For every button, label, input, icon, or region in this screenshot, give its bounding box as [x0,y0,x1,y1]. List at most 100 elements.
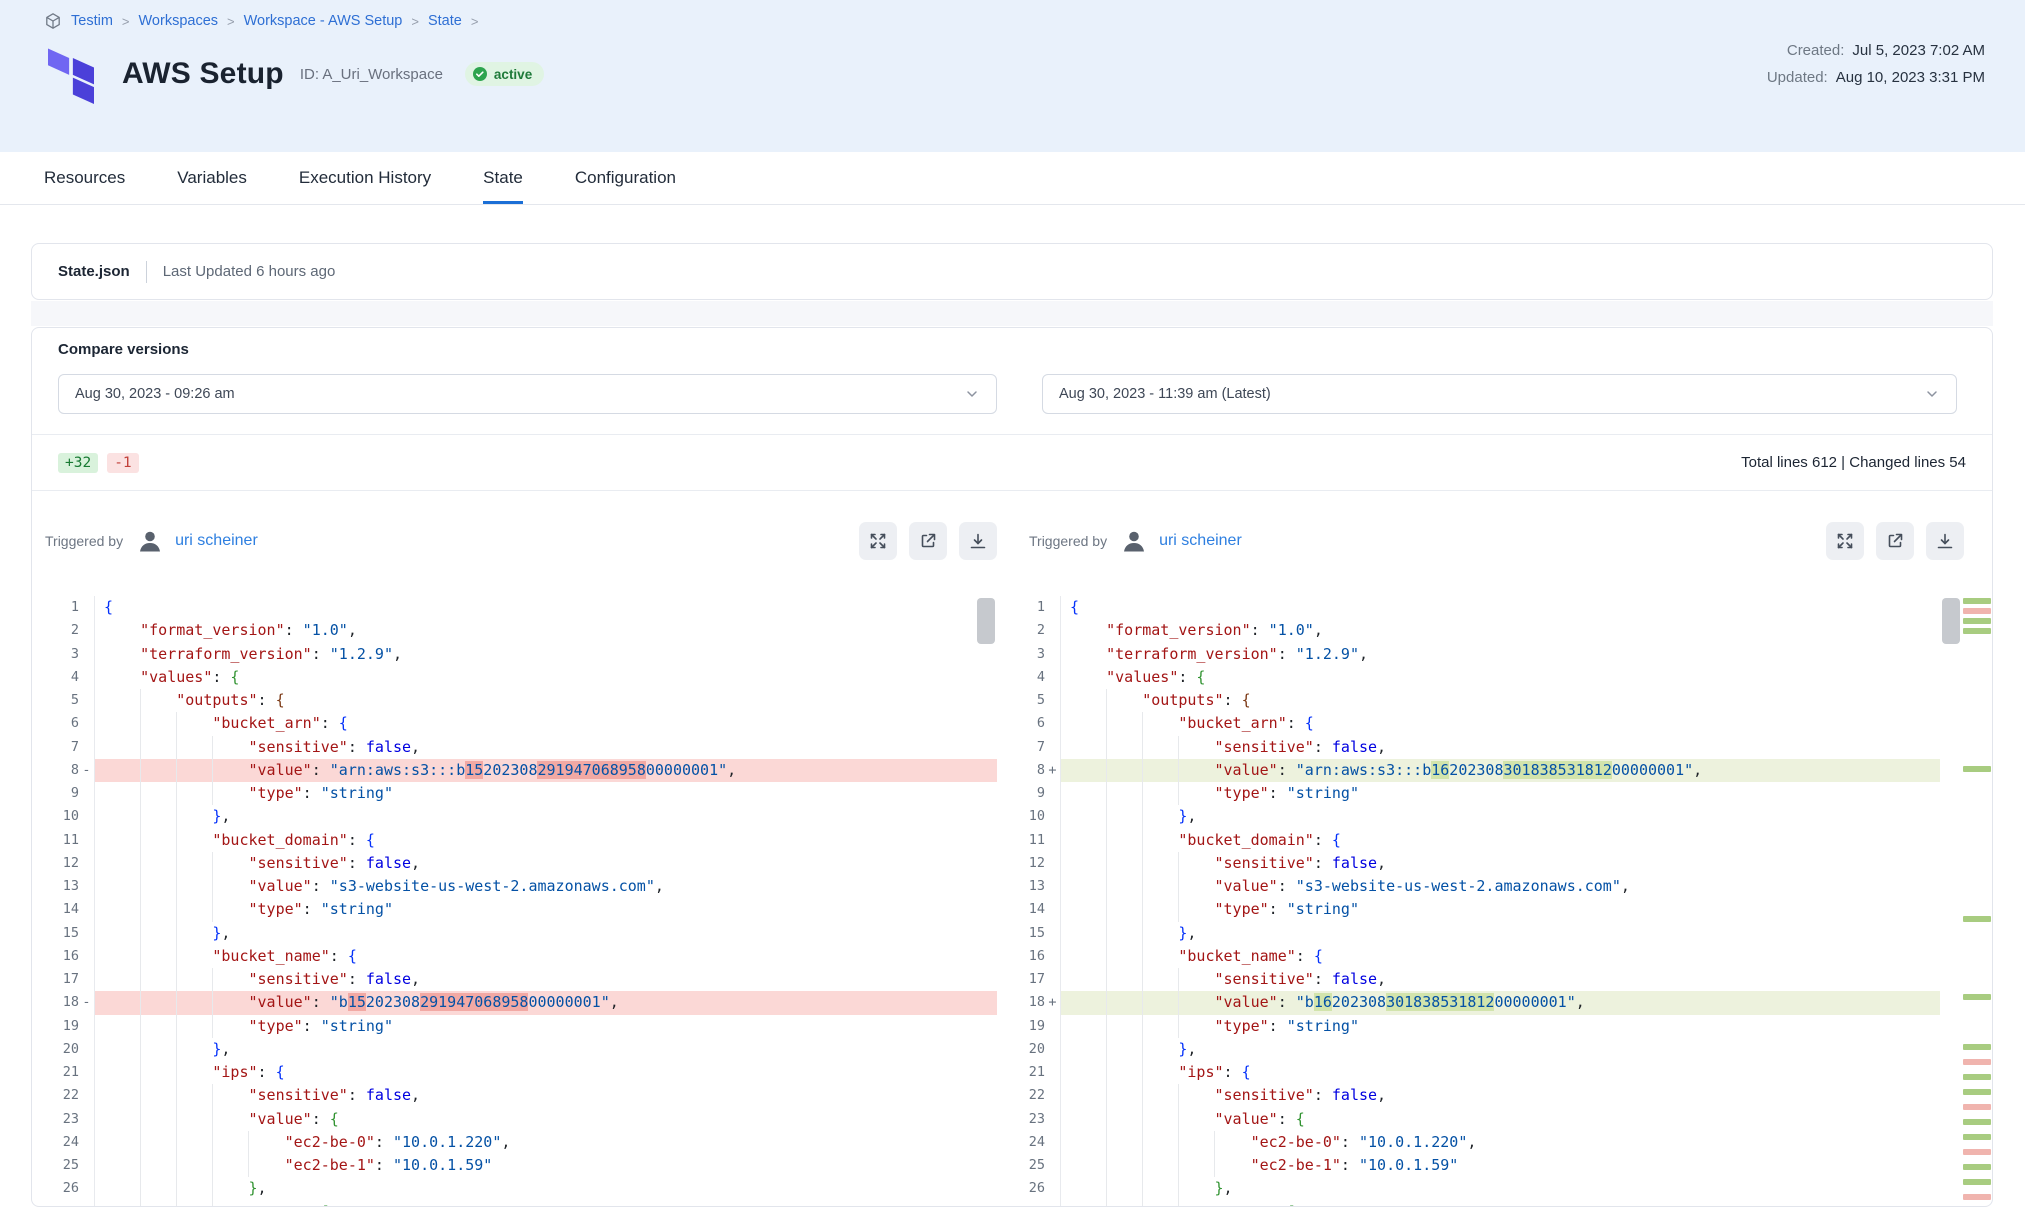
terraform-logo [48,44,94,104]
indent-guide [140,736,141,759]
tab-variables[interactable]: Variables [177,152,247,204]
diff-marker [79,968,94,991]
diff-marker [1045,898,1060,921]
line-number: 21 [45,1061,79,1084]
diff-marker [1045,1084,1060,1107]
code-line: 3"terraform_version": "1.2.9", [1011,643,1940,666]
code-line: 2"format_version": "1.0", [45,619,997,642]
diff-marker [1045,782,1060,805]
status-badge-label: active [494,67,532,82]
triggered-by-user-link[interactable]: uri scheiner [175,532,258,550]
indent-guide [1106,712,1107,735]
indent-guide [176,1201,177,1207]
indent-guide [1142,736,1143,759]
open-external-button[interactable] [1876,522,1914,560]
code-line: 5"outputs": { [45,689,997,712]
indent-guide [140,759,141,782]
state-file-bar: State.json Last Updated 6 hours ago [31,243,1993,300]
indent-guide [1178,991,1179,1014]
indent-guide [176,991,177,1014]
indent-guide [1106,1108,1107,1131]
breadcrumb-link[interactable]: Testim [71,13,113,29]
indent-guide [1142,852,1143,875]
code-line: 24"ec2-be-0": "10.0.1.220", [45,1131,997,1154]
code-line: 21"ips": { [45,1061,997,1084]
indent-guide [1106,968,1107,991]
line-number: 18 [45,991,79,1014]
line-number: 14 [45,898,79,921]
code-line: 1{ [1011,596,1940,619]
line-number: 24 [1011,1131,1045,1154]
tab-state[interactable]: State [483,152,523,204]
line-number: 21 [1011,1061,1045,1084]
indent-guide [140,829,141,852]
code-line: 12"sensitive": false, [45,852,997,875]
indent-guide [140,968,141,991]
scrollbar-thumb[interactable] [1942,598,1960,644]
version-select-right-value: Aug 30, 2023 - 11:39 am (Latest) [1059,386,1271,402]
breadcrumb-link[interactable]: State [428,13,462,29]
indent-guide [1106,736,1107,759]
line-number: 13 [45,875,79,898]
tab-configuration[interactable]: Configuration [575,152,676,204]
indent-guide [1142,1061,1143,1084]
code-line: 19"type": "string" [45,1015,997,1038]
indent-guide [1178,968,1179,991]
code-line: 4"values": { [1011,666,1940,689]
diff-ruler-mark [1963,1194,1991,1200]
code-line: 27"type": [ [45,1201,997,1207]
code-line: 8+"value": "arn:aws:s3:::b16202308301838… [1011,759,1940,782]
triggered-by-user-link[interactable]: uri scheiner [1159,532,1242,550]
diff-pane-right[interactable]: 1{2"format_version": "1.0",3"terraform_v… [1011,596,1940,1206]
expand-button[interactable] [859,522,897,560]
expand-button[interactable] [1826,522,1864,560]
line-number: 1 [1011,596,1045,619]
page-header: Testim>Workspaces>Workspace - AWS Setup>… [0,0,2025,152]
breadcrumb-link[interactable]: Workspaces [139,13,219,29]
workspace-id: ID: A_Uri_Workspace [300,66,443,83]
diff-ruler-mark [1963,1119,1991,1125]
diff-pane-left[interactable]: 1{2"format_version": "1.0",3"terraform_v… [45,596,997,1206]
line-number: 23 [1011,1108,1045,1131]
diff-marker: - [79,991,94,1014]
line-number: 6 [45,712,79,735]
version-select-right[interactable]: Aug 30, 2023 - 11:39 am (Latest) [1042,374,1957,414]
line-number: 2 [1011,619,1045,642]
tab-resources[interactable]: Resources [44,152,125,204]
line-number: 25 [45,1154,79,1177]
line-number: 9 [45,782,79,805]
line-number: 24 [45,1131,79,1154]
indent-guide [1106,1201,1107,1207]
indent-guide [1142,759,1143,782]
line-number: 23 [45,1108,79,1131]
download-button[interactable] [1926,522,1964,560]
indent-guide [176,1108,177,1131]
code-line: 11"bucket_domain": { [1011,829,1940,852]
diff-marker [79,782,94,805]
scrollbar-thumb[interactable] [977,598,995,644]
page-title: AWS Setup [122,57,284,91]
code-line: 20}, [45,1038,997,1061]
line-number: 7 [45,736,79,759]
open-external-button[interactable] [909,522,947,560]
indent-guide [176,1038,177,1061]
diff-marker [79,852,94,875]
indent-guide [176,852,177,875]
indent-guide [140,875,141,898]
breadcrumb-link[interactable]: Workspace - AWS Setup [244,13,403,29]
indent-guide [1178,875,1179,898]
diff-ruler-mark [1963,766,1991,772]
tab-execution-history[interactable]: Execution History [299,152,431,204]
indent-guide [1142,1108,1143,1131]
line-number: 11 [1011,829,1045,852]
indent-guide [140,1131,141,1154]
code-line: 8-"value": "arn:aws:s3:::b15202308291947… [45,759,997,782]
code-line: 9"type": "string" [1011,782,1940,805]
last-updated-text: Last Updated 6 hours ago [163,263,336,280]
download-button[interactable] [959,522,997,560]
version-select-left[interactable]: Aug 30, 2023 - 09:26 am [58,374,997,414]
indent-guide [1106,759,1107,782]
line-number: 9 [1011,782,1045,805]
indent-guide [1178,898,1179,921]
indent-guide [212,1015,213,1038]
